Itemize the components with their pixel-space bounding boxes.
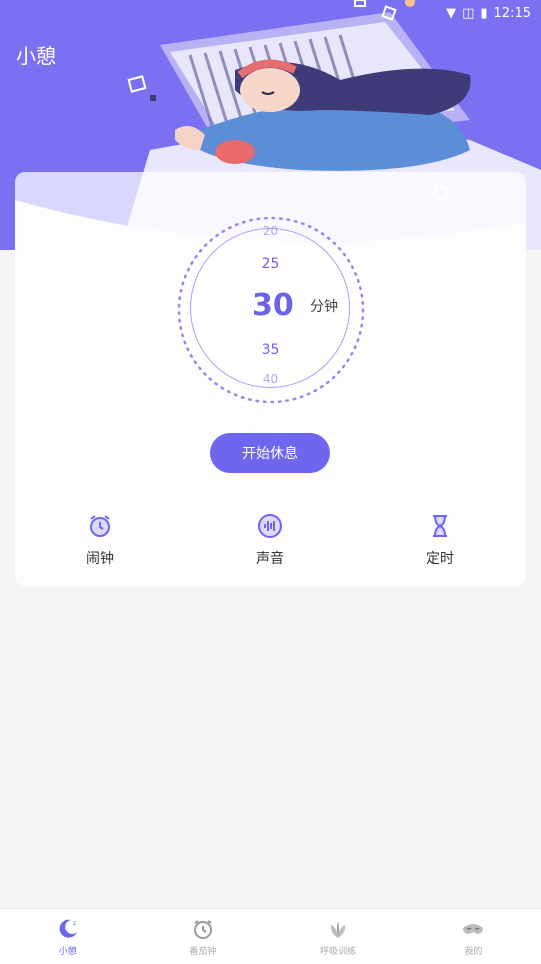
tab-label: 呼吸训练 [320,946,357,957]
bottom-tab-bar: z 小憩 番茄钟 呼吸训练 我的 [0,908,541,964]
timer-tick[interactable]: 20 [0,224,541,238]
timer-tick[interactable]: 25 [0,256,541,272]
tab-label: 番茄钟 [189,946,217,957]
feature-label: 闹钟 [86,551,114,567]
feature-label: 声音 [256,551,284,567]
sound-wave-icon [258,514,282,538]
sleep-mask-icon [463,923,484,934]
no-sim-icon: ◫ [462,5,475,21]
battery-icon: ▮ [480,5,488,21]
hourglass-icon [433,515,447,537]
timer-tick[interactable]: 35 [0,342,541,358]
page-title: 小憩 [16,44,56,68]
start-rest-button[interactable]: 开始休息 [210,433,330,473]
clock-icon [193,919,212,939]
timer-value[interactable]: 30 [252,288,294,323]
feature-alarm[interactable]: 闹钟 [55,512,145,568]
feature-label: 定时 [426,551,454,567]
tab-breathing[interactable]: 呼吸训练 [271,909,406,964]
feature-timer[interactable]: 定时 [395,512,485,568]
tab-label: 我的 [464,946,483,957]
status-bar: ▼ ◫ ▮ 12:15 [0,0,541,26]
alarm-clock-icon [90,515,110,537]
tab-label: 小憩 [58,946,77,957]
moon-icon: z [59,919,77,938]
feature-sound[interactable]: 声音 [225,512,315,568]
svg-text:z: z [73,920,76,927]
wifi-icon: ▼ [446,5,457,21]
tab-pomodoro[interactable]: 番茄钟 [135,909,270,964]
timer-unit: 分钟 [310,299,338,315]
leaf-icon [331,920,346,938]
tab-rest[interactable]: z 小憩 [0,909,135,964]
status-time: 12:15 [493,5,531,21]
timer-tick[interactable]: 40 [0,372,541,386]
tab-profile[interactable]: 我的 [406,909,541,964]
